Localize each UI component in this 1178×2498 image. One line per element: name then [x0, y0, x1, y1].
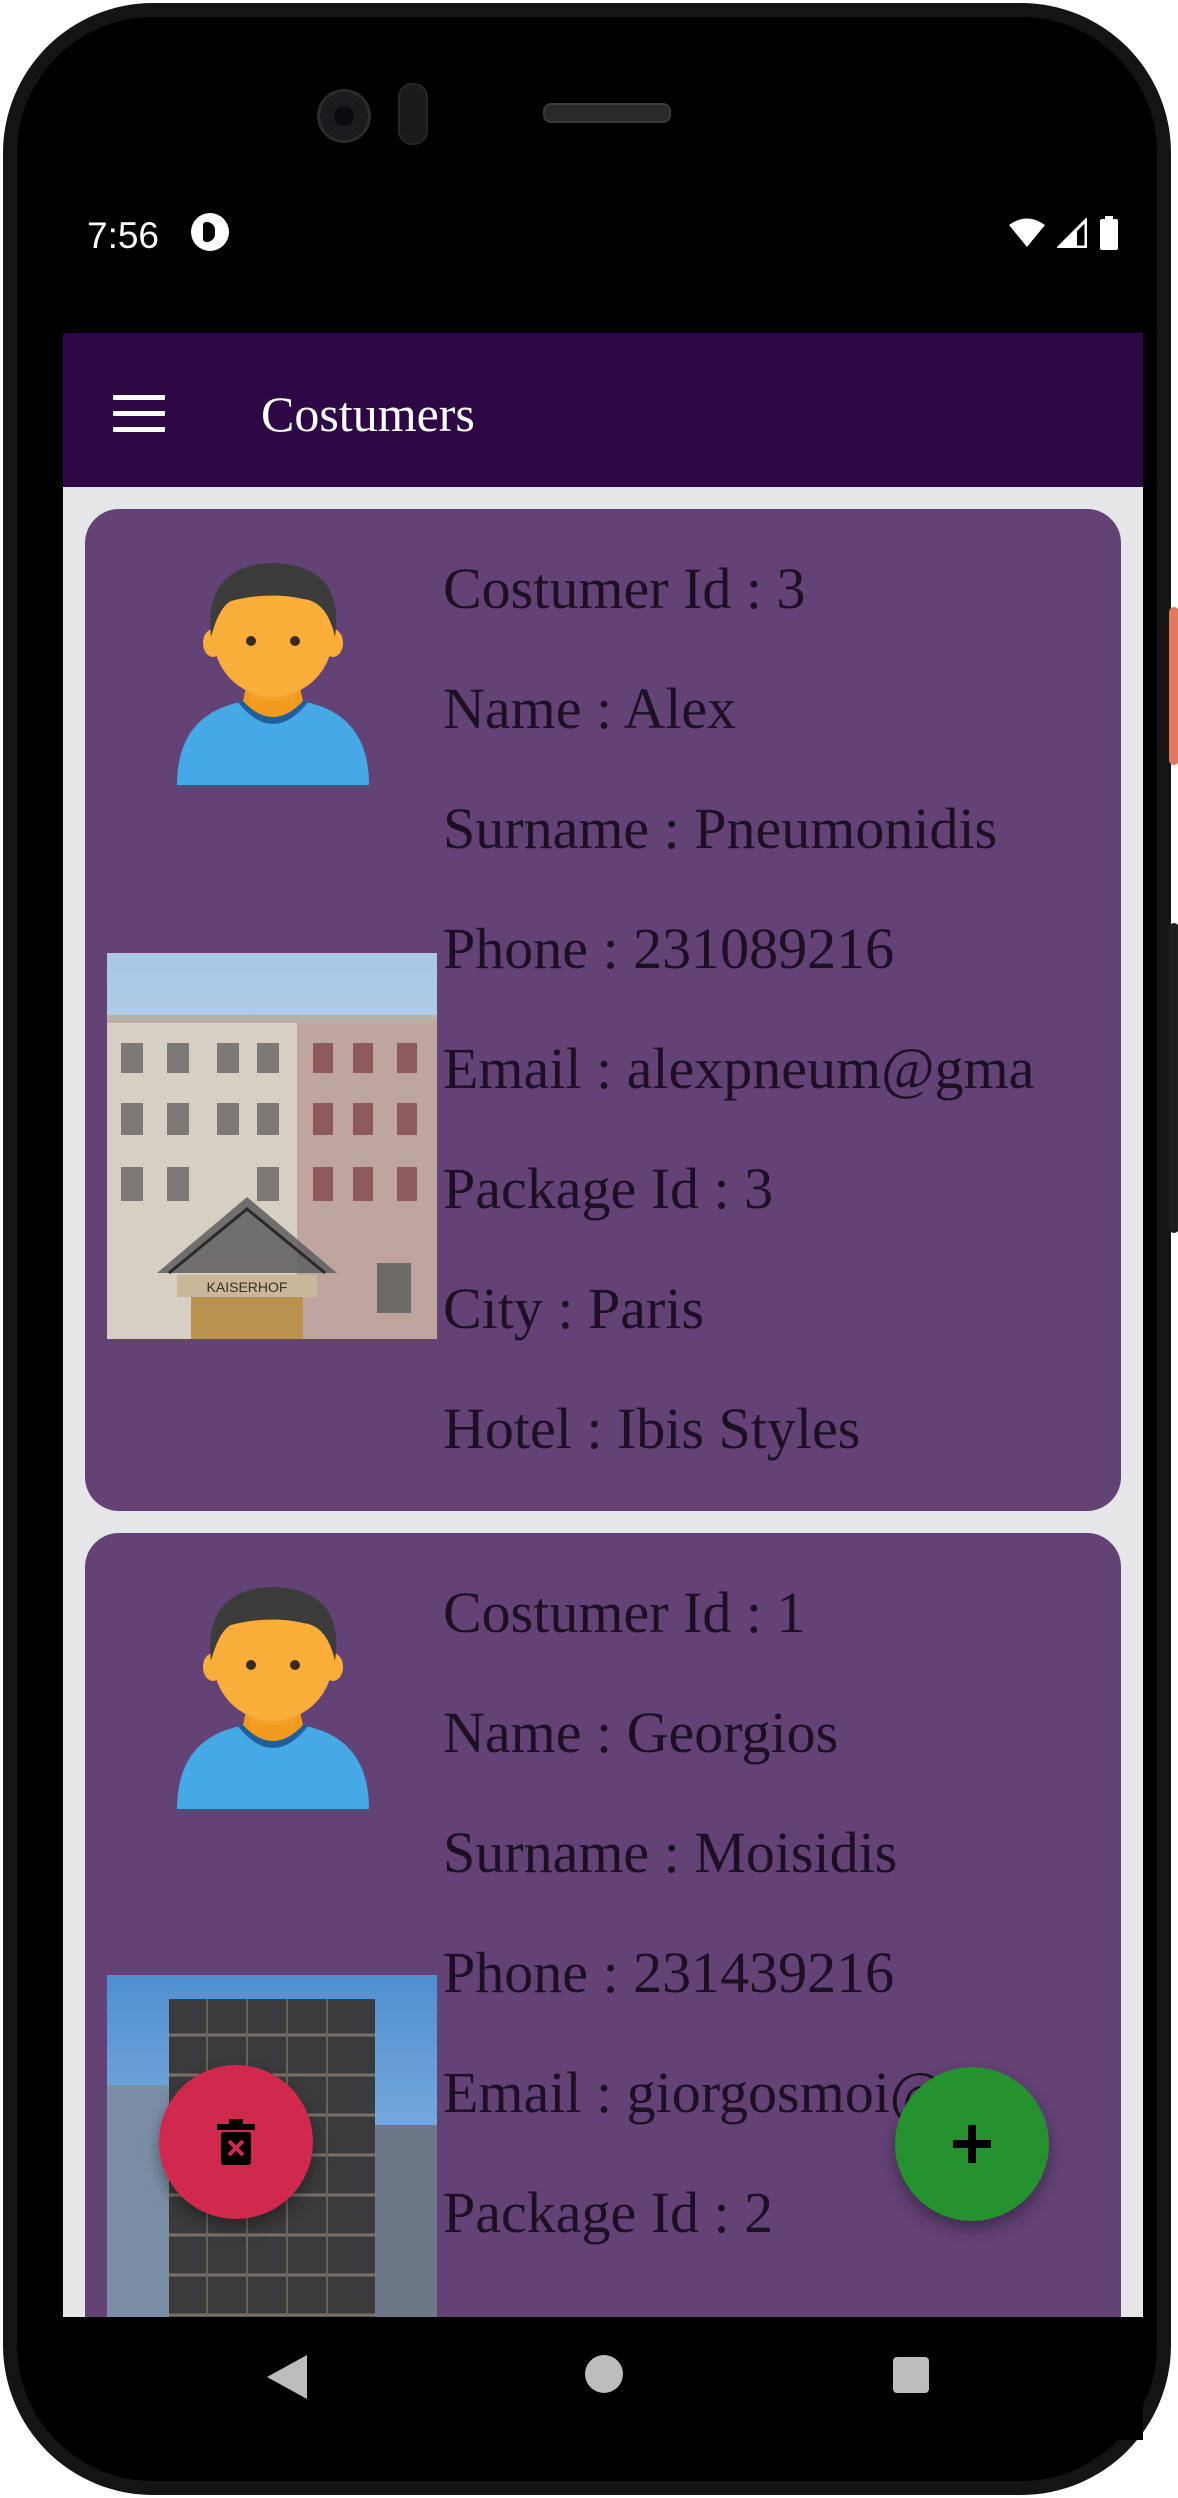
delete-fab-button[interactable]	[159, 2065, 313, 2219]
status-time: 7:56	[87, 215, 160, 256]
app-notification-icon	[191, 213, 229, 251]
volume-button	[1169, 923, 1178, 1233]
front-camera	[317, 89, 371, 143]
recents-square-icon[interactable]	[893, 2357, 929, 2393]
page-title: Costumers	[261, 386, 475, 442]
phone-frame: 7:56 Costumers KAISERHOF Costumer Id: 3…	[3, 3, 1178, 2495]
user-avatar-icon	[177, 1587, 369, 1809]
battery-icon	[1100, 216, 1118, 250]
customer-id: Costumer Id : 3	[443, 559, 806, 621]
customer-card[interactable]: KAISERHOF Costumer Id : 3 Name : Alex Su…	[85, 509, 1121, 1511]
customer-list[interactable]: KAISERHOF Costumer Id : 3 Name : Alex Su…	[63, 487, 1143, 2317]
app-bar: Costumers	[63, 333, 1143, 487]
customer-phone: Phone : 231439216	[443, 1943, 895, 2005]
customer-package: Package Id : 3	[443, 1159, 774, 1221]
customer-email: Email : alexpneum@gma	[443, 1039, 1035, 1101]
power-button	[1169, 607, 1178, 765]
back-triangle-icon[interactable]	[267, 2355, 307, 2399]
customer-surname: Surname : Moisidis	[443, 1823, 898, 1885]
phone-bezel: 7:56 Costumers KAISERHOF Costumer Id: 3…	[17, 17, 1157, 2481]
customer-surname: Surname : Pneumonidis	[443, 799, 998, 861]
plus-icon	[953, 2125, 991, 2163]
customer-name: Name : Alex	[443, 679, 737, 741]
cell-signal-icon	[1057, 218, 1087, 248]
customer-hotel: Hotel : Ibis Styles	[443, 1399, 861, 1461]
trash-delete-icon	[217, 2119, 255, 2165]
customer-name: Name : Georgios	[443, 1703, 839, 1765]
add-fab-button[interactable]	[895, 2067, 1049, 2221]
system-nav-bar	[63, 2317, 1143, 2440]
hamburger-menu-icon[interactable]	[113, 395, 165, 433]
hotel-sign-text: KAISERHOF	[207, 1279, 288, 1295]
hotel-building-image: KAISERHOF	[107, 953, 437, 1339]
customer-city: City : Paris	[443, 1279, 705, 1341]
customer-details: Costumer Id : 3 Name : Alex Surname : Pn…	[443, 559, 1121, 1511]
hotel-photo: KAISERHOF	[107, 953, 437, 1339]
proximity-sensor	[398, 83, 428, 145]
screen: 7:56 Costumers KAISERHOF Costumer Id: 3…	[63, 165, 1143, 2440]
user-avatar-icon	[177, 563, 369, 785]
status-icons	[1009, 213, 1119, 253]
wifi-icon	[1009, 218, 1045, 247]
earpiece-speaker	[543, 103, 671, 123]
status-bar: 7:56	[63, 205, 1143, 285]
customer-id: Costumer Id : 1	[443, 1583, 806, 1645]
customer-phone: Phone : 231089216	[443, 919, 895, 981]
home-circle-icon[interactable]	[585, 2355, 623, 2393]
